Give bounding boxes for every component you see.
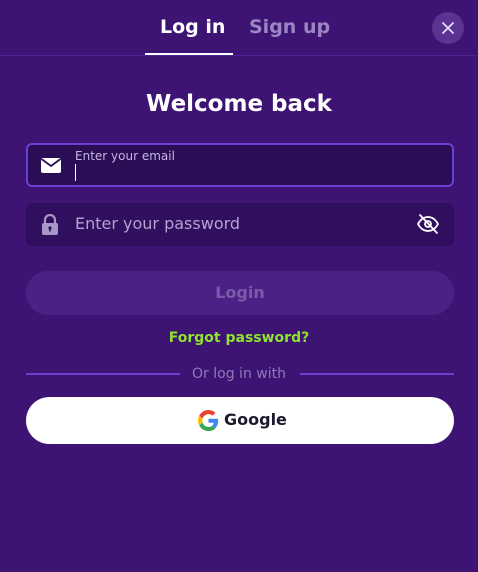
auth-tabs: Log in Sign up (0, 0, 478, 56)
divider-right (300, 373, 454, 375)
email-field[interactable]: Enter your email (26, 143, 454, 187)
text-caret (75, 164, 76, 181)
login-button[interactable]: Login (26, 271, 454, 315)
mail-icon (41, 158, 61, 173)
tab-signup[interactable]: Sign up (249, 15, 330, 39)
tab-login[interactable]: Log in (160, 15, 225, 39)
active-tab-indicator (145, 53, 233, 55)
password-field[interactable]: Enter your password (26, 203, 454, 246)
email-field-label: Enter your email (75, 149, 175, 163)
google-login-button[interactable]: Google (26, 397, 454, 444)
google-icon (198, 410, 219, 431)
password-placeholder: Enter your password (75, 214, 241, 233)
page-title: Welcome back (146, 91, 332, 117)
lock-icon (42, 214, 58, 235)
close-button[interactable] (432, 12, 464, 44)
google-button-label: Google (224, 410, 287, 429)
forgot-password-link[interactable]: Forgot password? (0, 329, 478, 347)
close-icon (442, 22, 454, 34)
eye-off-icon[interactable] (416, 212, 440, 236)
